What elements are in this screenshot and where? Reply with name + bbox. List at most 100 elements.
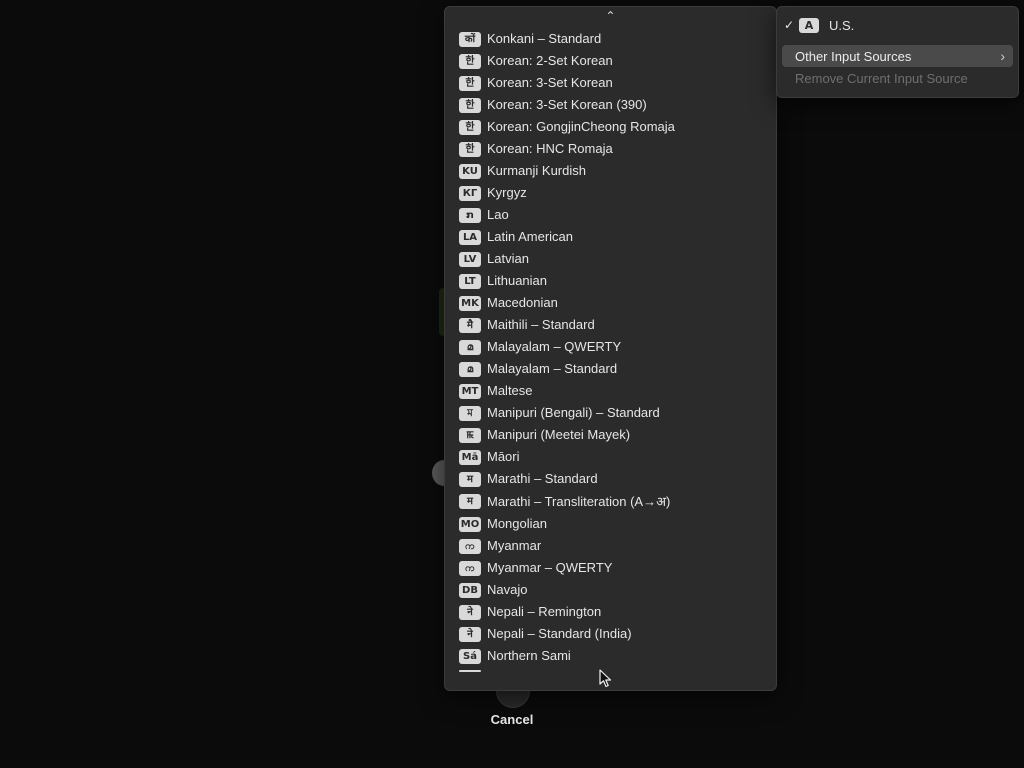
- input-source-label: Lao: [487, 207, 509, 222]
- input-source-badge-icon: DB: [459, 582, 481, 598]
- input-source-item[interactable]: က Myanmar: [445, 535, 776, 557]
- input-source-item[interactable]: कों Konkani – Standard: [445, 28, 776, 50]
- input-source-badge-icon: ກ: [459, 207, 481, 223]
- input-source-label: Lithuanian: [487, 273, 547, 288]
- input-source-label: Myanmar: [487, 538, 542, 553]
- input-source-badge-icon: 한: [459, 75, 481, 91]
- input-source-label: Kurmanji Kurdish: [487, 163, 586, 178]
- input-source-badge-icon: 한: [459, 53, 481, 69]
- current-input-source[interactable]: ✓ A U.S.: [777, 15, 1018, 35]
- current-source-label: U.S.: [829, 17, 855, 33]
- input-source-item[interactable]: 한 Korean: 3-Set Korean (390): [445, 94, 776, 116]
- input-source-label: Korean: GongjinCheong Romaja: [487, 119, 675, 134]
- input-source-item[interactable]: म Marathi – Transliteration (A→अ): [445, 490, 776, 513]
- input-source-label: Maithili – Standard: [487, 317, 595, 332]
- input-source-item[interactable]: मै Maithili – Standard: [445, 314, 776, 336]
- input-source-item[interactable]: LA Latin American: [445, 226, 776, 248]
- input-source-item[interactable]: 한 Korean: 3-Set Korean: [445, 72, 776, 94]
- input-source-badge-icon: MT: [459, 383, 481, 399]
- input-source-badge-icon: ने: [459, 604, 481, 620]
- input-source-badge-icon: 한: [459, 97, 481, 113]
- input-source-label: Latin American: [487, 229, 573, 244]
- input-source-badge-icon: ने: [459, 626, 481, 642]
- other-input-sources-item[interactable]: Other Input Sources ›: [782, 45, 1013, 67]
- input-source-label: Korean: 2-Set Korean: [487, 53, 613, 68]
- input-source-label: Marathi – Standard: [487, 471, 598, 486]
- input-source-badge-icon: က: [459, 538, 481, 554]
- input-source-badge-icon: LV: [459, 251, 481, 267]
- input-source-label: Korean: 3-Set Korean: [487, 75, 613, 90]
- us-keyboard-badge: A: [799, 17, 819, 33]
- input-source-label: Maltese: [487, 383, 533, 398]
- mouse-pointer-icon: [599, 669, 612, 688]
- input-source-label: Malayalam – QWERTY: [487, 339, 622, 354]
- input-source-badge-icon: Sá: [459, 648, 481, 664]
- input-source-item[interactable]: म Marathi – Standard: [445, 468, 776, 490]
- input-source-item[interactable]: Mā Māori: [445, 446, 776, 468]
- input-source-badge-icon: മ: [459, 361, 481, 377]
- input-source-label: Konkani – Standard: [487, 31, 602, 46]
- input-source-label: Korean: HNC Romaja: [487, 141, 613, 156]
- input-source-label: Manipuri (Bengali) – Standard: [487, 405, 660, 420]
- input-source-badge-icon: LA: [459, 229, 481, 245]
- input-source-label: Māori: [487, 449, 520, 464]
- input-source-badge-icon: म: [459, 494, 481, 509]
- input-source-badge-icon: MK: [459, 295, 481, 311]
- input-source-badge-icon: मै: [459, 317, 481, 333]
- input-source-label: Malayalam – Standard: [487, 361, 618, 376]
- input-source-list: कों Konkani – Standard 한 Korean: 2-Set Kore…: [445, 28, 776, 667]
- input-source-label: Nepali – Remington: [487, 604, 602, 619]
- scroll-up-arrow-icon[interactable]: ⌃: [445, 9, 776, 23]
- input-source-item[interactable]: ने Nepali – Remington: [445, 601, 776, 623]
- input-source-label: Nepali – Standard (India): [487, 626, 632, 641]
- input-source-item[interactable]: LV Latvian: [445, 248, 776, 270]
- cancel-button-label[interactable]: Cancel: [462, 712, 562, 727]
- input-source-item[interactable]: മ Malayalam – QWERTY: [445, 336, 776, 358]
- input-source-item[interactable]: ম Manipuri (Bengali) – Standard: [445, 402, 776, 424]
- input-source-label: Latvian: [487, 251, 529, 266]
- input-source-item[interactable]: MT Maltese: [445, 380, 776, 402]
- input-source-item[interactable]: MK Macedonian: [445, 292, 776, 314]
- input-source-badge-icon: KU: [459, 163, 481, 179]
- input-source-item[interactable]: Sá Northern Sami: [445, 645, 776, 667]
- input-source-badge-icon: LT: [459, 273, 481, 289]
- input-source-badge-icon: മ: [459, 339, 481, 355]
- input-source-label: Macedonian: [487, 295, 558, 310]
- input-source-badge-icon: က: [459, 560, 481, 576]
- screen: Cancel ⌃ कों Konkani – Standard 한 Korean: 2…: [0, 0, 1024, 768]
- input-source-label: Kyrgyz: [487, 185, 527, 200]
- input-source-item[interactable]: 한 Korean: GongjinCheong Romaja: [445, 116, 776, 138]
- input-source-label: Marathi – Transliteration (A→अ): [487, 493, 671, 509]
- input-source-badge-icon: ꯃ: [459, 427, 481, 443]
- input-source-item[interactable]: മ Malayalam – Standard: [445, 358, 776, 380]
- input-source-badge-icon: MO: [459, 516, 481, 532]
- input-source-item[interactable]: 한 Korean: 2-Set Korean: [445, 50, 776, 72]
- input-source-badge-icon: 한: [459, 119, 481, 135]
- input-source-label: Manipuri (Meetei Mayek): [487, 427, 631, 442]
- input-source-label: Myanmar – QWERTY: [487, 560, 613, 575]
- input-source-item[interactable]: КГ Kyrgyz: [445, 182, 776, 204]
- chevron-right-icon: ›: [1000, 48, 1005, 64]
- input-source-item[interactable]: KU Kurmanji Kurdish: [445, 160, 776, 182]
- input-source-item[interactable]: MO Mongolian: [445, 513, 776, 535]
- input-source-badge-icon: 한: [459, 141, 481, 157]
- input-source-label: Mongolian: [487, 516, 547, 531]
- other-input-sources-label: Other Input Sources: [795, 48, 912, 64]
- input-source-item[interactable]: ने Nepali – Standard (India): [445, 623, 776, 645]
- input-source-label: Korean: 3-Set Korean (390): [487, 97, 647, 112]
- checkmark-icon: ✓: [783, 18, 795, 32]
- input-source-badge-icon: म: [459, 471, 481, 487]
- input-source-item[interactable]: DB Navajo: [445, 579, 776, 601]
- input-sources-submenu: ⌃ कों Konkani – Standard 한 Korean: 2-Set Ko…: [444, 6, 777, 691]
- input-source-badge-icon: कों: [459, 31, 481, 47]
- input-source-badge-icon: КГ: [459, 185, 481, 201]
- remove-input-source-item: Remove Current Input Source: [795, 71, 968, 86]
- input-source-item[interactable]: ꯃ Manipuri (Meetei Mayek): [445, 424, 776, 446]
- input-source-item[interactable]: 한 Korean: HNC Romaja: [445, 138, 776, 160]
- input-source-item[interactable]: ກ Lao: [445, 204, 776, 226]
- input-menu: ✓ A U.S. Other Input Sources › Remove Cu…: [776, 6, 1019, 98]
- input-source-label: Northern Sami: [487, 648, 571, 663]
- input-source-item[interactable]: LT Lithuanian: [445, 270, 776, 292]
- input-source-label: Navajo: [487, 582, 528, 597]
- input-source-item[interactable]: က Myanmar – QWERTY: [445, 557, 776, 579]
